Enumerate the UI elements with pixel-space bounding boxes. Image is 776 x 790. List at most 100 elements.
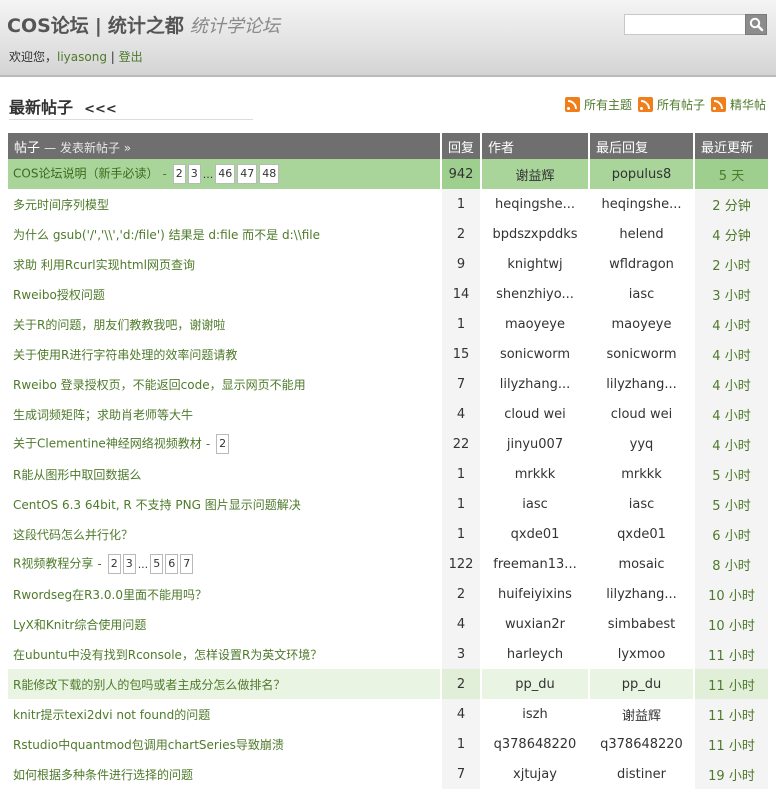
feed-all-topics-link[interactable]: 所有主题 <box>564 96 632 113</box>
table-row[interactable]: LyX和Knitr综合使用问题 4 wuxian2r simbabest 10 小时 <box>8 609 768 639</box>
table-row[interactable]: COS论坛说明（新手必读） -2 3... 46 47 48 942 谢益辉 populus8 5… <box>8 159 768 189</box>
table-row[interactable]: 关于Clementine神经网络视频教材 -2 22 jinyu007 yyq 4 小时 <box>8 429 768 459</box>
topic-title-link[interactable]: 这段代码怎么并行化？ <box>13 528 133 542</box>
last-reply-link[interactable]: lilyzhang... <box>590 369 695 399</box>
page-link[interactable]: 47 <box>237 164 258 184</box>
page-link[interactable]: 3 <box>122 554 136 574</box>
search-input[interactable] <box>624 14 745 35</box>
table-row[interactable]: 关于使用R进行字符串处理的效率问题请教 15 sonicworm sonicworm 4… <box>8 339 768 369</box>
last-reply-link[interactable]: cloud wei <box>590 399 695 429</box>
author-link[interactable]: knightwj <box>482 249 590 279</box>
feed-all-posts-link[interactable]: 所有帖子 <box>637 96 705 113</box>
logout-link[interactable]: 登出 <box>119 50 143 64</box>
author-link[interactable]: maoyeye <box>482 309 590 339</box>
table-row[interactable]: 生成词频矩阵；求助肖老师等大牛 4 cloud wei cloud wei 4 小时 <box>8 399 768 429</box>
last-reply-link[interactable]: populus8 <box>590 159 695 189</box>
topic-title-link[interactable]: R能修改下载的别人的包吗或者主成分怎么做排名？ <box>13 678 285 692</box>
page-link[interactable]: 46 <box>215 164 236 184</box>
topic-title-link[interactable]: Rwordseg在R3.0.0里面不能用吗？ <box>13 588 207 602</box>
topic-title-link[interactable]: 关于使用R进行字符串处理的效率问题请教 <box>13 348 237 362</box>
page-link[interactable]: 2 <box>107 554 121 574</box>
section-more-link[interactable]: <<< <box>84 102 117 117</box>
topic-title-link[interactable]: 为什么 gsub('/','\\','d:/file') 结果是 d:file … <box>13 228 320 242</box>
table-row[interactable]: Rweibo 登录授权页，不能返回code，显示网页不能用 7 lilyzhang.… <box>8 369 768 399</box>
author-link[interactable]: mrkkk <box>482 459 590 489</box>
table-row[interactable]: Rwordseg在R3.0.0里面不能用吗？ 2 huifeiyixins lilyz… <box>8 579 768 609</box>
table-row[interactable]: Rweibo授权问题 14 shenzhiyo... iasc 3 小时 <box>8 279 768 309</box>
last-reply-link[interactable]: yyq <box>590 429 695 459</box>
last-reply-link[interactable]: mosaic <box>590 549 695 579</box>
author-link[interactable]: freeman13... <box>482 549 590 579</box>
last-reply-link[interactable]: simbabest <box>590 609 695 639</box>
last-reply-link[interactable]: pp_du <box>590 669 695 699</box>
topic-title-link[interactable]: 求助 利用Rcurl实现html网页查询 <box>13 258 195 272</box>
author-link[interactable]: xjtujay <box>482 759 590 789</box>
new-post-link[interactable]: — 发表新帖子 » <box>44 141 131 155</box>
topic-title-link[interactable]: COS论坛说明（新手必读） <box>13 167 158 181</box>
topic-title-link[interactable]: Rstudio中quantmod包调用chartSeries导致崩溃 <box>13 738 284 752</box>
last-reply-link[interactable]: distiner <box>590 759 695 789</box>
topic-title-link[interactable]: 生成词频矩阵；求助肖老师等大牛 <box>13 408 193 422</box>
page-link[interactable]: 48 <box>259 164 280 184</box>
table-row[interactable]: R能从图形中取回数据么 1 mrkkk mrkkk 5 小时 <box>8 459 768 489</box>
author-link[interactable]: wuxian2r <box>482 609 590 639</box>
table-row[interactable]: R视频教程分享 -2 3... 5 6 7 122 freeman13... mosaic 8 小… <box>8 549 768 579</box>
page-link[interactable]: 2 <box>172 164 186 184</box>
last-reply-link[interactable]: heqingshe... <box>590 189 695 219</box>
topic-title-link[interactable]: CentOS 6.3 64bit, R 不支持 PNG 图片显示问题解决 <box>13 498 301 512</box>
table-row[interactable]: 这段代码怎么并行化？ 1 qxde01 qxde01 6 小时 <box>8 519 768 549</box>
last-reply-link[interactable]: lyxmoo <box>590 639 695 669</box>
table-row[interactable]: R能修改下载的别人的包吗或者主成分怎么做排名？ 2 pp_du pp_du 11 小时 <box>8 669 768 699</box>
table-row[interactable]: knitr提示texi2dvi not found的问题 4 iszh 谢益辉 11 小… <box>8 699 768 729</box>
author-link[interactable]: sonicworm <box>482 339 590 369</box>
last-reply-link[interactable]: iasc <box>590 489 695 519</box>
author-link[interactable]: qxde01 <box>482 519 590 549</box>
last-reply-link[interactable]: maoyeye <box>590 309 695 339</box>
topic-title-link[interactable]: 关于R的问题，朋友们教教我吧，谢谢啦 <box>13 318 225 332</box>
page-link[interactable]: 5 <box>150 554 164 574</box>
table-row[interactable]: 如何根据多种条件进行选择的问题 7 xjtujay distiner 19 小时 <box>8 759 768 789</box>
author-link[interactable]: 谢益辉 <box>482 159 590 189</box>
topic-title-link[interactable]: Rweibo 登录授权页，不能返回code，显示网页不能用 <box>13 378 306 392</box>
topic-title-link[interactable]: knitr提示texi2dvi not found的问题 <box>13 708 210 722</box>
author-link[interactable]: bpdszxpddks <box>482 219 590 249</box>
author-link[interactable]: iszh <box>482 699 590 729</box>
author-link[interactable]: jinyu007 <box>482 429 590 459</box>
topic-title-link[interactable]: 关于Clementine神经网络视频教材 <box>13 437 202 451</box>
site-brand-link[interactable]: COS论坛 <box>7 15 89 37</box>
last-reply-link[interactable]: q378648220 <box>590 729 695 759</box>
table-row[interactable]: 关于R的问题，朋友们教教我吧，谢谢啦 1 maoyeye maoyeye 4 小时 <box>8 309 768 339</box>
topic-title-link[interactable]: LyX和Knitr综合使用问题 <box>13 618 146 632</box>
topic-title-link[interactable]: Rweibo授权问题 <box>13 288 105 302</box>
last-reply-link[interactable]: helend <box>590 219 695 249</box>
author-link[interactable]: iasc <box>482 489 590 519</box>
last-reply-link[interactable]: wfldragon <box>590 249 695 279</box>
feed-featured-link[interactable]: 精华帖 <box>710 96 766 113</box>
author-link[interactable]: lilyzhang... <box>482 369 590 399</box>
author-link[interactable]: pp_du <box>482 669 590 699</box>
username-link[interactable]: liyasong <box>57 50 107 64</box>
last-reply-link[interactable]: qxde01 <box>590 519 695 549</box>
page-link[interactable]: 6 <box>165 554 179 574</box>
search-button[interactable] <box>745 14 767 35</box>
topic-title-link[interactable]: R能从图形中取回数据么 <box>13 468 141 482</box>
author-link[interactable]: huifeiyixins <box>482 579 590 609</box>
author-link[interactable]: cloud wei <box>482 399 590 429</box>
author-link[interactable]: q378648220 <box>482 729 590 759</box>
table-row[interactable]: 多元时间序列模型 1 heqingshe... heqingshe... 2 分钟 <box>8 189 768 219</box>
table-row[interactable]: 求助 利用Rcurl实现html网页查询 9 knightwj wfldragon 2 … <box>8 249 768 279</box>
page-link[interactable]: 7 <box>180 554 194 574</box>
table-row[interactable]: 为什么 gsub('/','\\','d:/file') 结果是 d:file … <box>8 219 768 249</box>
author-link[interactable]: harleych <box>482 639 590 669</box>
last-reply-link[interactable]: mrkkk <box>590 459 695 489</box>
table-row[interactable]: 在ubuntu中没有找到Rconsole，怎样设置R为英文环境？ 3 harleyc… <box>8 639 768 669</box>
topic-title-link[interactable]: 在ubuntu中没有找到Rconsole，怎样设置R为英文环境？ <box>13 648 322 662</box>
last-reply-link[interactable]: lilyzhang... <box>590 579 695 609</box>
table-row[interactable]: Rstudio中quantmod包调用chartSeries导致崩溃 1 q3786… <box>8 729 768 759</box>
last-reply-link[interactable]: sonicworm <box>590 339 695 369</box>
page-link[interactable]: 3 <box>187 164 201 184</box>
page-link[interactable]: 2 <box>216 434 230 454</box>
author-link[interactable]: shenzhiyo... <box>482 279 590 309</box>
table-row[interactable]: CentOS 6.3 64bit, R 不支持 PNG 图片显示问题解决 1 ias… <box>8 489 768 519</box>
topic-title-link[interactable]: 多元时间序列模型 <box>13 198 109 212</box>
